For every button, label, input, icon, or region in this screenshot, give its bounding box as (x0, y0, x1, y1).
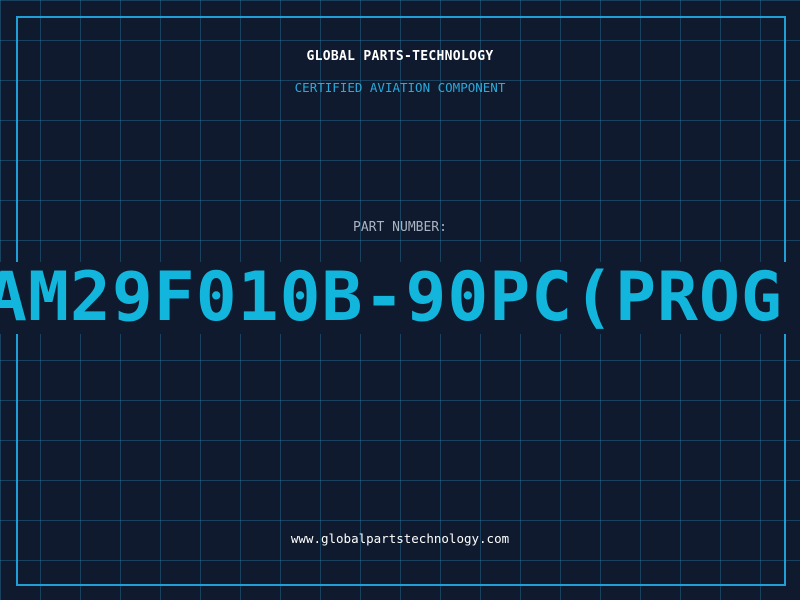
part-number-label: PART NUMBER: (353, 220, 447, 235)
company-name: GLOBAL PARTS-TECHNOLOGY (306, 49, 494, 64)
website-url: www.globalpartstechnology.com (290, 531, 510, 546)
part-number-value: AM29F010B-90PC(PROG (0, 262, 783, 334)
certification-subtitle: CERTIFIED AVIATION COMPONENT (294, 80, 506, 95)
certificate-card: GLOBAL PARTS-TECHNOLOGY CERTIFIED AVIATI… (0, 0, 800, 600)
part-number-band: AM29F010B-90PC(PROG (0, 262, 800, 334)
